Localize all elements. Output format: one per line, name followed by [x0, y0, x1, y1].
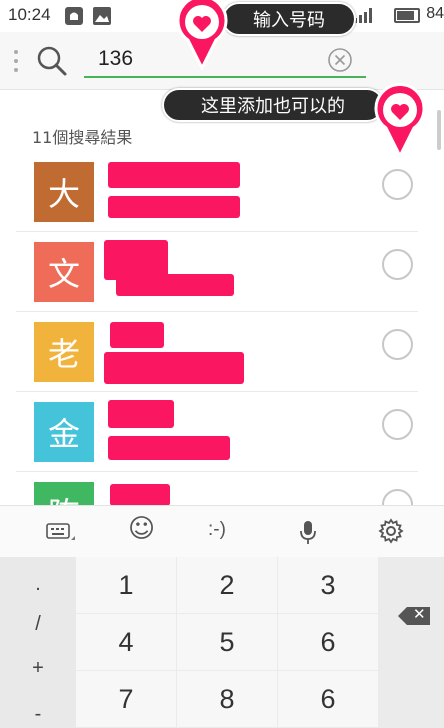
select-radio[interactable]	[382, 329, 413, 360]
redacted-number	[108, 196, 240, 218]
key-plus[interactable]: +	[0, 657, 76, 680]
redacted-number	[108, 436, 230, 460]
key-1[interactable]: 1	[76, 557, 176, 613]
key-6[interactable]: 6	[278, 614, 378, 670]
battery-icon	[394, 8, 420, 23]
redacted-name	[108, 162, 240, 188]
notification-icon	[64, 6, 84, 30]
signal-icon	[354, 7, 372, 23]
key-dot[interactable]: .	[0, 573, 76, 596]
microphone-icon[interactable]	[299, 520, 317, 550]
emoticon-button[interactable]: :-)	[208, 519, 226, 541]
avatar: 大	[34, 162, 94, 222]
symbol-column: . / + -	[0, 557, 76, 728]
clear-icon[interactable]	[327, 47, 353, 77]
avatar: 金	[34, 402, 94, 462]
heart-pin-icon	[172, 0, 232, 72]
key-9[interactable]: 6	[278, 671, 378, 727]
search-icon[interactable]	[36, 45, 68, 81]
avatar: 文	[34, 242, 94, 302]
keyboard-toolbar: ☺ :-)	[0, 505, 444, 557]
select-radio[interactable]	[382, 249, 413, 280]
contact-row[interactable]: 金	[16, 392, 418, 472]
emoji-icon[interactable]: ☺	[128, 514, 155, 544]
key-5[interactable]: 5	[177, 614, 277, 670]
avatar: 老	[34, 322, 94, 382]
redacted-name	[108, 400, 174, 428]
settings-gear-icon[interactable]	[378, 518, 404, 548]
select-radio[interactable]	[382, 409, 413, 440]
results-count: 11個搜尋結果	[32, 128, 133, 147]
key-slash[interactable]: /	[0, 613, 76, 636]
menu-handle-icon[interactable]	[14, 50, 18, 72]
select-radio[interactable]	[382, 169, 413, 200]
key-4[interactable]: 4	[76, 614, 176, 670]
annotation-bubble: 这里添加也可以的	[162, 88, 384, 122]
key-minus[interactable]: -	[0, 703, 76, 726]
number-keyboard: . / + - 1 2 3 4 5 6 7 8 6 ✕	[0, 557, 444, 728]
status-time: 10:24	[8, 5, 51, 24]
gallery-icon	[92, 6, 112, 30]
redacted-name	[110, 484, 170, 506]
battery-level: 84	[426, 5, 444, 22]
keyboard-switch-icon[interactable]	[46, 522, 76, 548]
heart-pin-icon	[370, 78, 430, 160]
key-7[interactable]: 7	[76, 671, 176, 727]
key-2[interactable]: 2	[177, 557, 277, 613]
annotation-bubble: 输入号码	[222, 2, 356, 36]
redacted-number	[116, 274, 234, 296]
contact-row[interactable]: 老	[16, 312, 418, 392]
key-3[interactable]: 3	[278, 557, 378, 613]
backspace-icon[interactable]: ✕	[398, 607, 430, 625]
contact-row[interactable]: 文	[16, 232, 418, 312]
key-8[interactable]: 8	[177, 671, 277, 727]
contact-row[interactable]: 大	[16, 152, 418, 232]
scrollbar[interactable]	[437, 110, 441, 150]
redacted-number	[104, 352, 244, 384]
redacted-name	[110, 322, 164, 348]
